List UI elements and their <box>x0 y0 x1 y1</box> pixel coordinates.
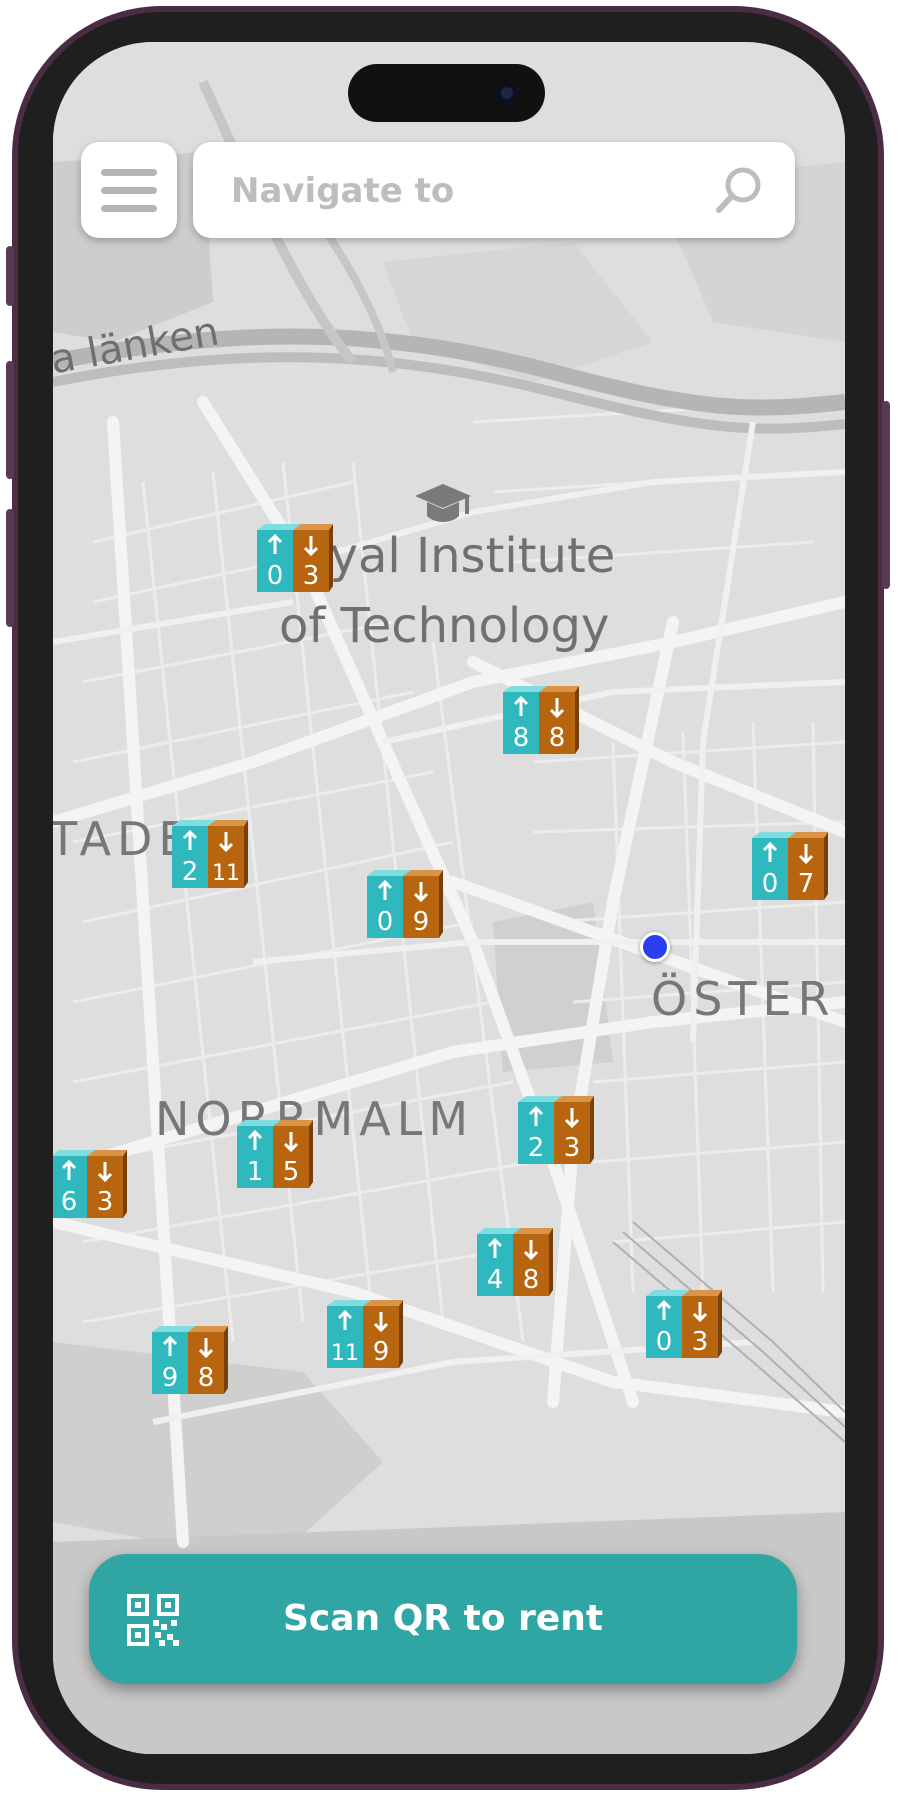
station-bikes-count: 0 <box>377 907 394 937</box>
station-marker[interactable]: 15 <box>235 1118 315 1190</box>
station-marker[interactable]: 63 <box>53 1148 129 1220</box>
menu-button[interactable] <box>81 142 177 238</box>
station-docks-count: 11 <box>212 861 240 886</box>
station-marker[interactable]: 03 <box>255 522 335 594</box>
station-docks-count: 3 <box>692 1327 709 1357</box>
bike-station-icon: 48 <box>477 1228 553 1296</box>
hamburger-icon <box>101 169 157 176</box>
search-input[interactable] <box>229 162 693 220</box>
app-screen: a länken Royal Institute of Technology T… <box>53 42 845 1754</box>
bike-station-icon: 2 11 <box>172 820 248 888</box>
station-bikes-count: 8 <box>513 723 530 753</box>
station-marker[interactable]: 88 <box>501 684 581 756</box>
station-bikes-count: 11 <box>331 1341 359 1366</box>
bike-station-icon: 98 <box>152 1326 228 1394</box>
station-marker[interactable]: 23 <box>516 1094 596 1166</box>
station-docks-count: 3 <box>564 1133 581 1163</box>
station-bikes-count: 1 <box>247 1157 264 1187</box>
station-bikes-count: 4 <box>487 1265 504 1295</box>
station-bikes-count: 0 <box>267 561 284 591</box>
station-docks-count: 9 <box>373 1337 390 1367</box>
bike-station-icon: 88 <box>503 686 579 754</box>
user-location-dot <box>640 932 670 962</box>
station-docks-count: 7 <box>798 869 815 899</box>
scan-qr-label: Scan QR to rent <box>282 1598 604 1639</box>
station-docks-count: 8 <box>523 1265 540 1295</box>
bike-station-icon: 07 <box>752 832 828 900</box>
station-bikes-count: 0 <box>762 869 779 899</box>
station-marker[interactable]: 2 11 <box>170 818 250 890</box>
station-docks-count: 3 <box>97 1187 114 1217</box>
station-marker[interactable]: 03 <box>644 1288 724 1360</box>
station-marker[interactable]: 07 <box>750 830 830 902</box>
action-button <box>6 246 14 306</box>
power-button <box>882 401 890 589</box>
bike-station-icon: 03 <box>257 524 333 592</box>
hamburger-icon-bar <box>101 205 157 212</box>
bike-station-icon: 63 <box>53 1150 127 1218</box>
volume-down-button <box>6 509 14 627</box>
dynamic-island <box>348 64 545 122</box>
bike-station-icon: 23 <box>518 1096 594 1164</box>
search-icon[interactable] <box>713 164 765 216</box>
station-docks-count: 3 <box>303 561 320 591</box>
station-marker[interactable]: 98 <box>150 1324 230 1396</box>
bike-station-icon: 09 <box>367 870 443 938</box>
volume-up-button <box>6 361 14 479</box>
bike-station-icon: 15 <box>237 1120 313 1188</box>
station-docks-count: 9 <box>413 907 430 937</box>
map-view[interactable] <box>53 42 845 1754</box>
camera-icon <box>496 82 518 104</box>
station-bikes-count: 6 <box>61 1187 78 1217</box>
station-marker[interactable]: 48 <box>475 1226 555 1298</box>
station-docks-count: 5 <box>283 1157 300 1187</box>
station-marker[interactable]: 11 9 <box>325 1298 405 1370</box>
poi-label-line2: of Technology <box>279 598 610 654</box>
station-docks-count: 8 <box>549 723 566 753</box>
station-docks-count: 8 <box>198 1363 215 1393</box>
hamburger-icon-bar <box>101 187 157 194</box>
search-bar <box>193 142 795 238</box>
station-marker[interactable]: 09 <box>365 868 445 940</box>
district-label: ÖSTER <box>651 972 836 1026</box>
bike-station-icon: 11 9 <box>327 1300 403 1368</box>
station-bikes-count: 2 <box>528 1133 545 1163</box>
scan-qr-button[interactable]: Scan QR to rent <box>89 1554 797 1684</box>
bike-station-icon: 03 <box>646 1290 722 1358</box>
station-bikes-count: 0 <box>656 1327 673 1357</box>
station-bikes-count: 2 <box>182 857 199 887</box>
station-bikes-count: 9 <box>162 1363 179 1393</box>
